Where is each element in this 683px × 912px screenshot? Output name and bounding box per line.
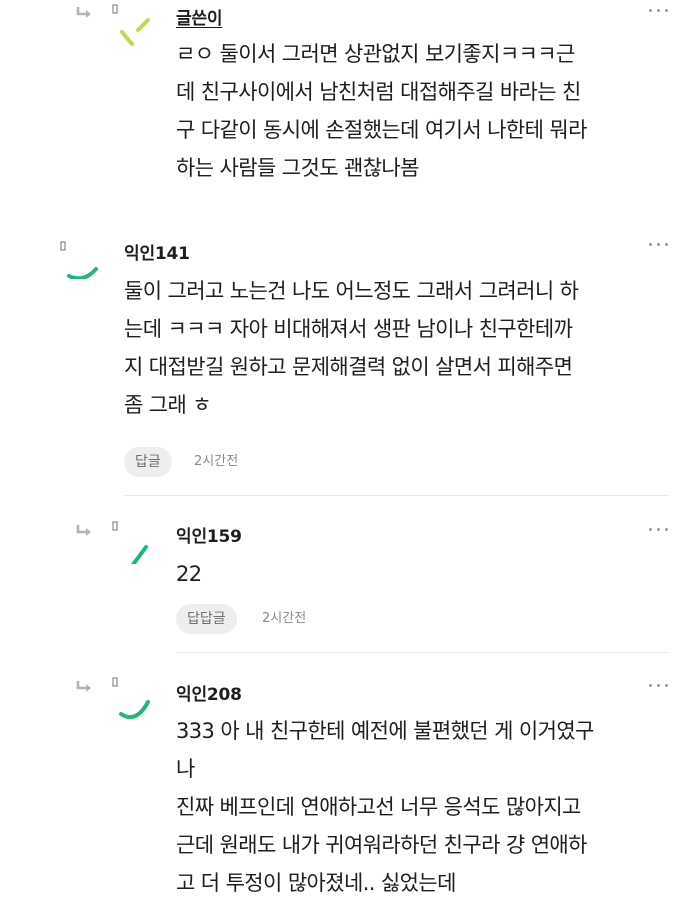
comment-line: 구 다같이 동시에 손절했는데 여기서 나한테 뭐라 (176, 118, 587, 142)
comment-line: 고 더 투정이 많아졌네.. 싫었는데 (176, 871, 456, 895)
comment-line: 근데 원래도 내가 귀여워라하던 친구라 걍 연애하 (176, 833, 587, 857)
reply-button[interactable]: 답답글 (176, 604, 237, 634)
comment-text: 둘이 그러고 노는건 나도 어느정도 그래서 그려러니 하 는데 ㅋㅋㅋ 자아 … (124, 272, 579, 424)
author-name[interactable]: 익인208 (176, 680, 242, 705)
avatar-icon (112, 676, 156, 720)
comment-line: 는데 ㅋㅋㅋ 자아 비대해져서 생판 남이나 친구한테까 (124, 317, 573, 341)
more-options-icon[interactable] (649, 6, 669, 16)
comment-text: 333 아 내 친구한테 예전에 불편했던 게 이거였구 나 진짜 베프인데 연… (176, 712, 594, 902)
reply-arrow-icon (76, 6, 94, 20)
more-options-icon[interactable] (649, 240, 669, 250)
avatar-icon (112, 520, 156, 564)
comment-text: ㄹㅇ 둘이서 그러면 상관없지 보기좋지ㅋㅋㅋ근 데 친구사이에서 남친처럼 대… (176, 35, 587, 187)
comment-line: 지 대접받길 원하고 문제해결력 없이 살면서 피해주면 (124, 355, 573, 379)
reply-arrow-icon (76, 680, 94, 694)
more-options-icon[interactable] (649, 681, 669, 691)
comment-nested-reply: 익인159 22 답답글 2시간전 (0, 510, 683, 645)
divider (176, 652, 669, 653)
comment-text: 22 (176, 555, 202, 593)
comment-nested-reply: 익인208 333 아 내 친구한테 예전에 불편했던 게 이거였구 나 진짜 … (0, 668, 683, 912)
comment-line: 둘이 그러고 노는건 나도 어느정도 그래서 그려러니 하 (124, 279, 579, 303)
reply-button[interactable]: 답글 (124, 447, 172, 477)
comment-line: 나 (176, 757, 195, 781)
divider (124, 495, 669, 496)
comment-line: 진짜 베프인데 연애하고선 너무 응석도 많아지고 (176, 795, 581, 819)
comment-line: 데 친구사이에서 남친처럼 대접해주길 바라는 친 (176, 80, 581, 104)
author-name[interactable]: 익인159 (176, 522, 242, 547)
timestamp: 2시간전 (194, 454, 239, 469)
more-options-icon[interactable] (649, 525, 669, 535)
comment-line: ㄹㅇ 둘이서 그러면 상관없지 보기좋지ㅋㅋㅋ근 (176, 42, 575, 66)
reply-arrow-icon (76, 524, 94, 538)
timestamp: 2시간전 (262, 611, 307, 626)
comment-line: 22 (176, 562, 202, 586)
avatar-icon (112, 4, 156, 48)
author-name[interactable]: 익인141 (124, 239, 190, 264)
avatar-icon (60, 235, 104, 279)
comment-line: 333 아 내 친구한테 예전에 불편했던 게 이거였구 (176, 719, 594, 743)
comment-line: 좀 그래 ㅎ (124, 393, 212, 417)
comment-top-level: 익인141 둘이 그러고 노는건 나도 어느정도 그래서 그려러니 하 는데 ㅋ… (0, 225, 683, 500)
comment-op-reply: 글쓴이 ㄹㅇ 둘이서 그러면 상관없지 보기좋지ㅋㅋㅋ근 데 친구사이에서 남친… (0, 0, 683, 215)
author-name[interactable]: 글쓴이 (176, 4, 223, 29)
comment-line: 하는 사람들 그것도 괜찮나봄 (176, 156, 419, 180)
